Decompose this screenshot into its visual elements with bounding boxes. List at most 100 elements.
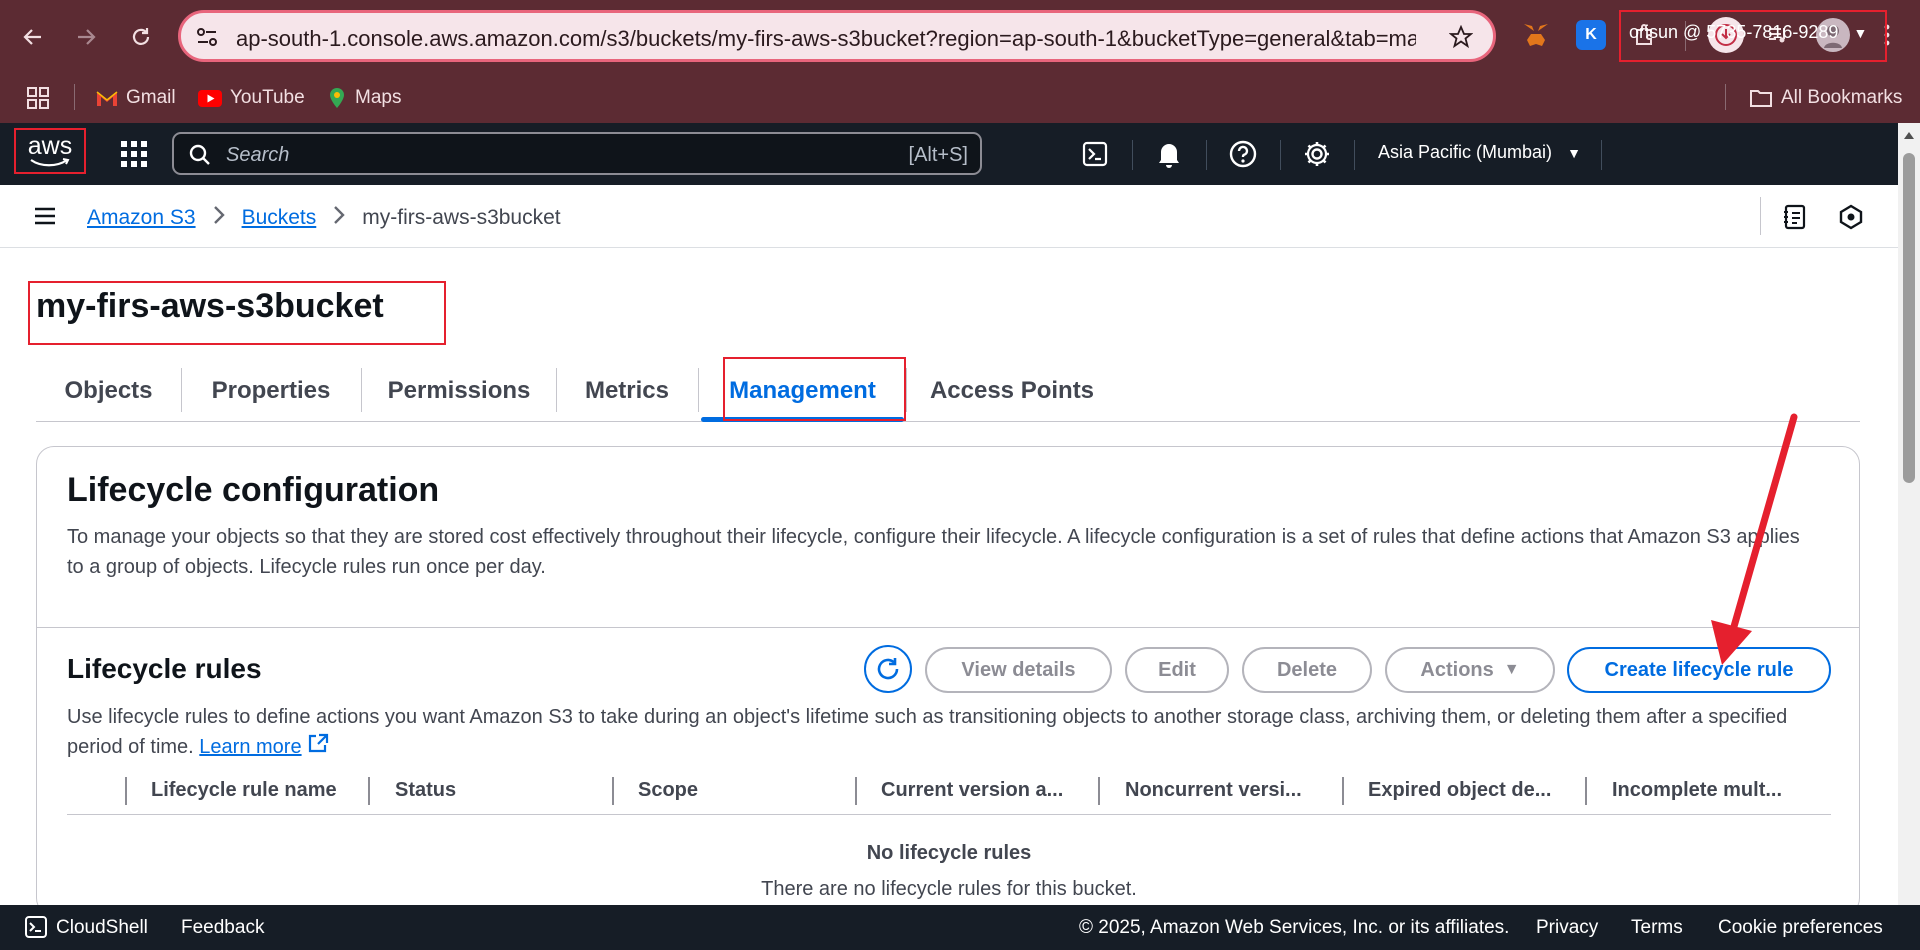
- empty-state-description: There are no lifecycle rules for this bu…: [761, 878, 1137, 900]
- column-divider: [368, 777, 370, 805]
- bookmark-youtube[interactable]: YouTube: [198, 80, 305, 116]
- column-header-status[interactable]: Status: [395, 779, 456, 802]
- column-header-scope[interactable]: Scope: [638, 779, 698, 802]
- bookmark-star-icon[interactable]: [1448, 24, 1474, 54]
- lifecycle-configuration-description: To manage your objects so that they are …: [67, 526, 1800, 578]
- breadcrumb-bar: Amazon S3 Buckets my-firs-aws-s3bucket: [0, 185, 1898, 248]
- info-panel-icon[interactable]: [1782, 204, 1808, 235]
- cloudshell-icon[interactable]: [1079, 138, 1111, 170]
- learn-more-label: Learn more: [199, 736, 302, 758]
- scroll-thumb[interactable]: [1903, 153, 1915, 483]
- url-text[interactable]: ap-south-1.console.aws.amazon.com/s3/buc…: [236, 26, 1416, 52]
- view-details-label: View details: [961, 658, 1076, 681]
- scroll-up-icon[interactable]: [1903, 127, 1915, 145]
- lifecycle-configuration-title: Lifecycle configuration: [67, 471, 440, 509]
- settings-gear-icon[interactable]: [1301, 138, 1333, 170]
- edit-button[interactable]: Edit: [1125, 647, 1229, 693]
- refresh-icon: [877, 658, 899, 680]
- lifecycle-rules-title: Lifecycle rules: [67, 653, 262, 684]
- security-hub-icon[interactable]: [1838, 204, 1864, 235]
- aws-logo[interactable]: aws: [14, 128, 86, 174]
- breadcrumb-buckets[interactable]: Buckets: [242, 206, 317, 230]
- region-label: Asia Pacific (Mumbai): [1378, 142, 1553, 162]
- column-header-rule-name[interactable]: Lifecycle rule name: [151, 779, 337, 802]
- column-divider: [1342, 777, 1344, 805]
- nav-divider: [1601, 140, 1602, 170]
- actions-label: Actions: [1420, 658, 1494, 681]
- column-header-expired-object[interactable]: Expired object de...: [1368, 779, 1551, 802]
- terms-link[interactable]: Terms: [1631, 917, 1683, 939]
- apps-grid-icon[interactable]: [27, 80, 49, 116]
- cookie-preferences-link[interactable]: Cookie preferences: [1718, 917, 1883, 939]
- tab-objects[interactable]: Objects: [36, 360, 181, 422]
- breadcrumb-amazon-s3[interactable]: Amazon S3: [87, 206, 196, 230]
- bookmark-gmail[interactable]: Gmail: [96, 80, 176, 116]
- forward-icon[interactable]: [66, 17, 106, 57]
- delete-button[interactable]: Delete: [1242, 647, 1372, 693]
- refresh-button[interactable]: [864, 645, 912, 693]
- lifecycle-configuration-panel: Lifecycle configuration To manage your o…: [36, 446, 1860, 916]
- create-lifecycle-rule-button[interactable]: Create lifecycle rule: [1567, 647, 1831, 693]
- external-link-icon: [307, 733, 329, 758]
- tab-divider: [698, 368, 699, 412]
- column-header-incomplete-multipart[interactable]: Incomplete mult...: [1612, 779, 1782, 802]
- cloudshell-link[interactable]: CloudShell: [56, 917, 148, 939]
- caret-down-icon: ▼: [1503, 661, 1520, 678]
- delete-label: Delete: [1276, 658, 1338, 681]
- tab-properties[interactable]: Properties: [182, 360, 360, 422]
- k-extension-icon[interactable]: K: [1576, 20, 1606, 50]
- column-divider: [1098, 777, 1100, 805]
- site-info-icon[interactable]: [195, 26, 219, 53]
- tab-permissions[interactable]: Permissions: [362, 360, 556, 422]
- region-selector[interactable]: Asia Pacific (Mumbai) ▼: [1378, 142, 1581, 163]
- search-shortcut: [Alt+S]: [908, 144, 968, 166]
- column-divider: [612, 777, 614, 805]
- column-divider: [125, 777, 127, 805]
- nav-divider: [1132, 140, 1133, 170]
- breadcrumb-current: my-firs-aws-s3bucket: [362, 206, 561, 229]
- services-menu-icon[interactable]: [120, 140, 148, 173]
- management-tab-highlight-annotation: [723, 357, 906, 421]
- copyright-text: © 2025, Amazon Web Services, Inc. or its…: [1079, 917, 1510, 938]
- privacy-link[interactable]: Privacy: [1536, 917, 1598, 939]
- column-divider: [1585, 777, 1587, 805]
- bookmark-maps[interactable]: Maps: [327, 80, 401, 116]
- all-bookmarks-label: All Bookmarks: [1781, 87, 1903, 108]
- cloudshell-footer-icon[interactable]: [24, 915, 48, 945]
- empty-state-title: No lifecycle rules: [866, 842, 1032, 864]
- bookmark-label: Gmail: [126, 87, 176, 108]
- edit-label: Edit: [1158, 658, 1196, 681]
- aws-top-navigation: aws Search [Alt+S] Asia Pacific (Mumbai)…: [0, 123, 1898, 185]
- page-scrollbar[interactable]: [1898, 123, 1920, 905]
- side-navigation-toggle-icon[interactable]: [34, 205, 56, 232]
- bookmarks-divider: [1725, 84, 1726, 110]
- search-input[interactable]: Search [Alt+S]: [172, 132, 982, 175]
- bookmarks-divider: [74, 84, 75, 110]
- address-bar[interactable]: ap-south-1.console.aws.amazon.com/s3/buc…: [178, 10, 1496, 62]
- utility-divider: [1760, 197, 1761, 235]
- chevron-right-icon: [213, 205, 225, 231]
- all-bookmarks[interactable]: All Bookmarks: [1749, 80, 1902, 116]
- tab-metrics[interactable]: Metrics: [557, 360, 697, 422]
- column-header-noncurrent-version[interactable]: Noncurrent versi...: [1125, 779, 1302, 802]
- page-title: my-firs-aws-s3bucket: [36, 287, 384, 325]
- reload-icon[interactable]: [121, 17, 161, 57]
- search-placeholder: Search: [226, 144, 290, 166]
- view-details-button[interactable]: View details: [925, 647, 1112, 693]
- maps-icon: [330, 88, 344, 108]
- metamask-extension-icon[interactable]: [1521, 20, 1551, 50]
- aws-logo-text: aws: [27, 132, 73, 160]
- back-icon[interactable]: [13, 17, 53, 57]
- column-header-current-version[interactable]: Current version a...: [881, 779, 1063, 802]
- notifications-bell-icon[interactable]: [1153, 138, 1185, 170]
- actions-dropdown[interactable]: Actions ▼: [1385, 647, 1555, 693]
- caret-down-icon: ▼: [1853, 25, 1868, 41]
- account-menu[interactable]: orisun @ 5735-7816-9289 ▼: [1619, 10, 1887, 62]
- feedback-link[interactable]: Feedback: [181, 917, 264, 939]
- bookmark-label: Maps: [355, 87, 402, 108]
- help-icon[interactable]: [1227, 138, 1259, 170]
- tab-access-points[interactable]: Access Points: [907, 360, 1117, 422]
- learn-more-link[interactable]: Learn more: [199, 736, 301, 758]
- chevron-right-icon: [333, 205, 345, 231]
- lifecycle-rules-description: Use lifecycle rules to define actions yo…: [67, 702, 1847, 762]
